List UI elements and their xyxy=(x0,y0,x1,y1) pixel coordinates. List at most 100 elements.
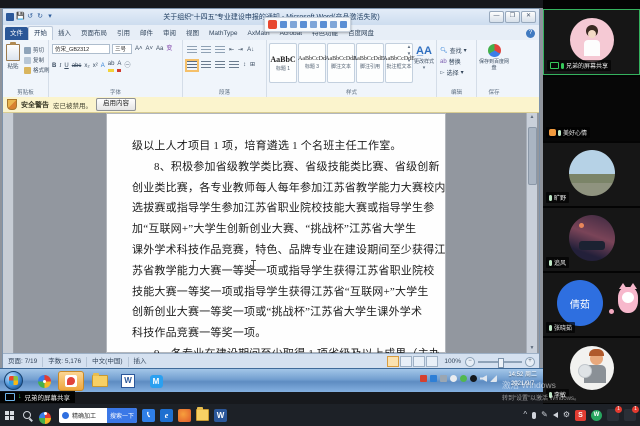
change-case-icon[interactable]: Aa xyxy=(156,44,163,54)
start-orb-icon[interactable] xyxy=(4,371,23,390)
align-center-icon[interactable] xyxy=(201,61,211,70)
tray-app-icon[interactable] xyxy=(440,375,447,382)
replace-button[interactable]: ab替换 xyxy=(440,56,467,67)
zoom-slider[interactable] xyxy=(478,361,522,363)
save-icon[interactable]: 💾 xyxy=(16,13,24,21)
scroll-up-icon[interactable]: ▲ xyxy=(527,113,537,122)
numbering-icon[interactable] xyxy=(201,46,211,55)
align-left-icon[interactable] xyxy=(187,61,197,70)
multilevel-list-icon[interactable] xyxy=(215,46,225,55)
tray-app-icon[interactable] xyxy=(460,375,467,382)
bullets-icon[interactable] xyxy=(187,46,197,55)
tray-volume-icon[interactable] xyxy=(553,412,558,418)
underline-button[interactable]: U xyxy=(64,61,68,71)
status-language[interactable]: 中文(中国) xyxy=(87,357,128,367)
style-heading1[interactable]: AaBbC 标题 1 xyxy=(269,43,297,83)
document-page[interactable]: 级以上人才项目 1 项，培育遴选 1 个名班主任工作室。 8、积极参加省级教学类… xyxy=(106,113,446,353)
scroll-down-icon[interactable]: ▼ xyxy=(527,344,537,353)
align-right-icon[interactable] xyxy=(215,61,225,70)
outline-view-icon[interactable] xyxy=(426,356,438,367)
increase-indent-icon[interactable]: ⇥ xyxy=(238,45,243,55)
grow-font-icon[interactable]: A˄ xyxy=(135,44,143,54)
font-name-box[interactable]: 仿宋_GB2312 xyxy=(52,44,110,54)
tab-home[interactable]: 开始 xyxy=(28,26,53,40)
taskbar-meeting-app-icon[interactable]: M xyxy=(144,371,168,391)
status-page[interactable]: 页面: 7/19 xyxy=(3,357,43,367)
copy-button[interactable]: 复制 xyxy=(24,55,50,65)
tray-app-icon[interactable] xyxy=(430,375,437,382)
scrollbar-thumb[interactable] xyxy=(528,127,537,185)
taskbar-word-icon[interactable]: W xyxy=(116,371,140,391)
highlight-color-icon[interactable]: ab xyxy=(108,59,115,72)
taskbar-explorer-icon[interactable] xyxy=(88,371,112,391)
enclose-characters-icon[interactable]: ㊀ xyxy=(124,61,130,71)
taskbar-word-icon[interactable]: W xyxy=(214,409,227,422)
cut-button[interactable]: 剪切 xyxy=(24,45,50,55)
change-styles-button[interactable]: A̲A 更改样式 ▾ xyxy=(413,44,435,71)
record-icon[interactable] xyxy=(310,21,317,28)
enable-content-button[interactable]: 启用内容 xyxy=(96,98,136,111)
participant-tile[interactable]: 美好心情 xyxy=(543,77,640,141)
style-footnote-ref[interactable]: AaBbCcDdEe 脚注引用 xyxy=(356,43,384,83)
chat-icon[interactable] xyxy=(290,21,297,28)
participant-tile[interactable]: 旷野 xyxy=(543,143,640,206)
status-insert-mode[interactable]: 插入 xyxy=(129,357,152,367)
docs-icon[interactable] xyxy=(320,21,327,28)
tray-wps-icon[interactable]: W xyxy=(591,410,602,421)
font-size-box[interactable]: 三号 xyxy=(112,44,132,54)
shared-clock[interactable]: 14:52 周二 2021/9/7 xyxy=(508,371,537,389)
text-effects-icon[interactable]: A xyxy=(101,61,105,71)
style-footnote-text[interactable]: AaBbCcDdE 脚注文本 xyxy=(327,43,355,83)
shrink-font-icon[interactable]: A˅ xyxy=(146,44,154,54)
undo-icon[interactable]: ↺ xyxy=(26,13,34,21)
search-go-button[interactable]: 搜索一下 xyxy=(107,408,137,423)
members-icon[interactable] xyxy=(280,21,287,28)
styles-scroll-icons[interactable]: ▲▼▾ xyxy=(406,43,412,64)
zoom-in-icon[interactable]: + xyxy=(525,357,535,367)
close-button[interactable]: ✕ xyxy=(521,11,536,23)
tab-mathtype[interactable]: MathType xyxy=(204,27,243,40)
tray-chevron-icon[interactable]: ^ xyxy=(523,410,527,420)
tray-sogou-icon[interactable] xyxy=(420,375,427,382)
font-color-icon[interactable]: A xyxy=(117,59,121,72)
tray-network-icon[interactable] xyxy=(490,375,497,382)
bold-button[interactable]: B xyxy=(52,61,56,71)
tab-references[interactable]: 引用 xyxy=(112,27,135,40)
tray-message-icon[interactable]: 1 xyxy=(624,409,636,421)
find-button[interactable]: 🔍︎查找▾ xyxy=(440,45,467,56)
print-layout-view-icon[interactable] xyxy=(387,356,399,367)
taskbar-folder-icon[interactable] xyxy=(196,409,209,422)
tray-app-icon[interactable] xyxy=(450,375,457,382)
tray-notification-icon[interactable]: 1 xyxy=(607,409,619,421)
more-icon[interactable] xyxy=(340,21,347,28)
fullscreen-view-icon[interactable] xyxy=(400,356,412,367)
justify-icon[interactable] xyxy=(229,61,239,70)
web-layout-view-icon[interactable] xyxy=(413,356,425,367)
settings-icon[interactable] xyxy=(330,21,337,28)
line-spacing-icon[interactable]: ↕ xyxy=(243,60,246,70)
tray-qq-icon[interactable] xyxy=(470,375,477,382)
sort-icon[interactable]: A↓ xyxy=(247,45,254,55)
taskbar-360-icon[interactable] xyxy=(39,407,51,424)
phonetic-guide-icon[interactable]: 变 xyxy=(166,44,172,54)
taskbar-search-icon[interactable] xyxy=(23,411,31,419)
share-screen-icon[interactable] xyxy=(300,21,307,28)
start-button-icon[interactable] xyxy=(5,411,14,420)
decrease-indent-icon[interactable]: ⇤ xyxy=(229,45,234,55)
tray-mic-icon[interactable] xyxy=(532,412,536,419)
tab-insert[interactable]: 插入 xyxy=(53,27,76,40)
tab-review[interactable]: 审阅 xyxy=(158,27,181,40)
minimize-button[interactable]: — xyxy=(489,11,504,23)
document-area[interactable]: 级以上人才项目 1 项，培育遴选 1 个名班主任工作室。 8、积极参加省级教学类… xyxy=(3,113,539,353)
tab-file[interactable]: 文件 xyxy=(5,27,28,40)
redo-icon[interactable]: ↻ xyxy=(36,13,44,21)
restore-button[interactable]: ❐ xyxy=(505,11,520,23)
taskbar-search-box[interactable]: 精确加工 搜索一下 xyxy=(59,408,137,423)
help-icon[interactable]: ? xyxy=(526,29,535,38)
italic-button[interactable]: I xyxy=(59,61,61,71)
tab-page-layout[interactable]: 页面布局 xyxy=(76,27,112,40)
tray-settings-icon[interactable]: ⚙ xyxy=(563,410,570,420)
zoom-level[interactable]: 100% xyxy=(444,358,461,365)
participant-tile[interactable]: 李敏 xyxy=(543,338,640,403)
tray-volume-icon[interactable] xyxy=(480,375,487,382)
